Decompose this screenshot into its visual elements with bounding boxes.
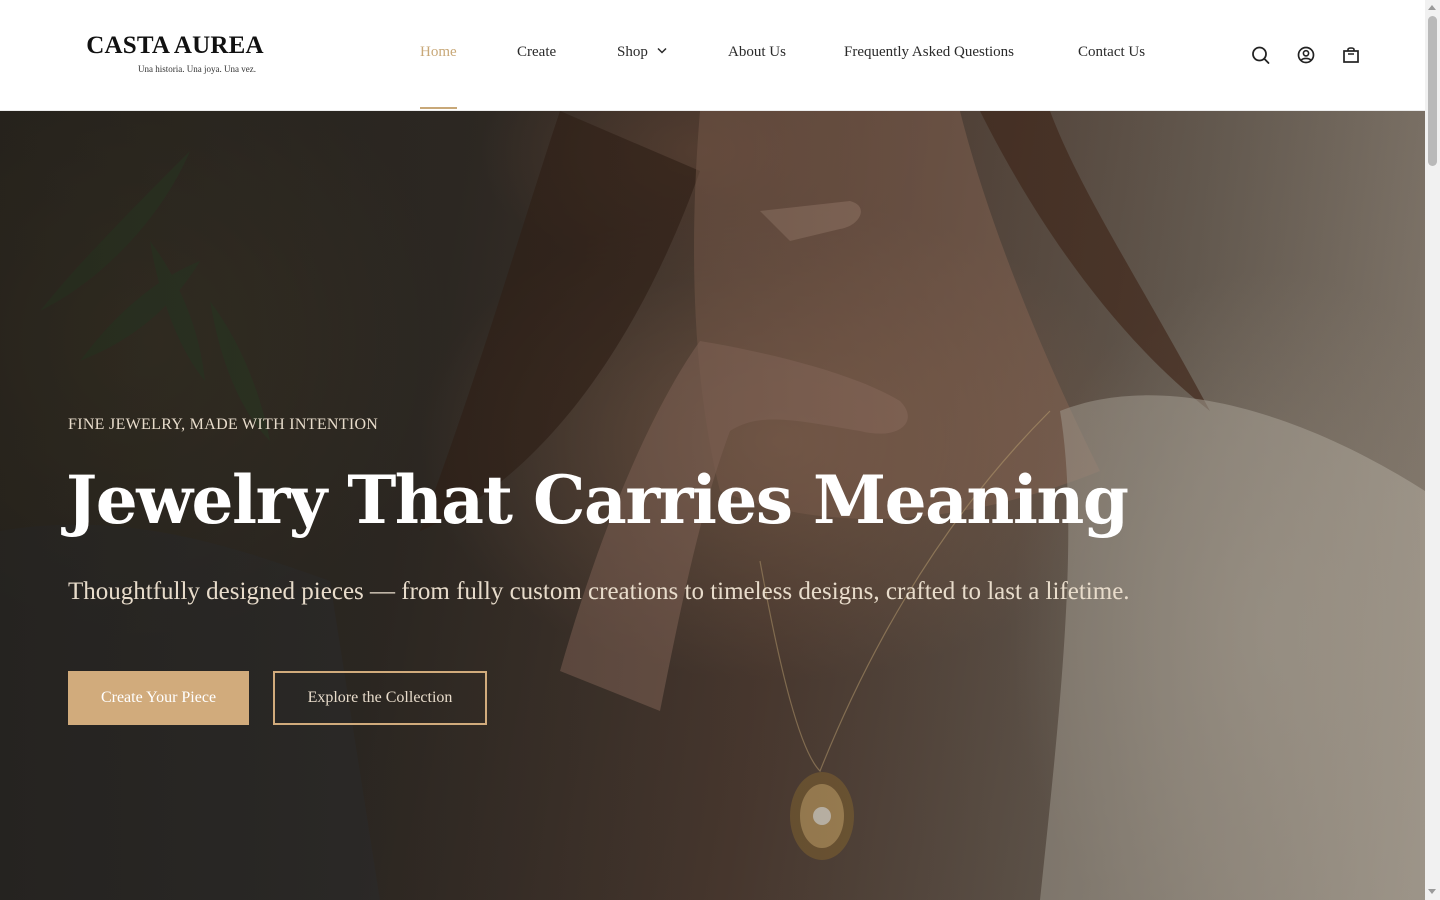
account-icon[interactable] bbox=[1295, 44, 1317, 66]
nav-contact-us[interactable]: Contact Us bbox=[1078, 44, 1145, 61]
site-header: CASTA AUREA Una historia. Una joya. Una … bbox=[0, 0, 1425, 111]
browser-viewport: CASTA AUREA Una historia. Una joya. Una … bbox=[0, 0, 1425, 900]
logo-wordmark: CASTA AUREA bbox=[86, 32, 264, 59]
hero-subtitle: Thoughtfully designed pieces — from full… bbox=[68, 578, 1130, 605]
page-scrollbar[interactable] bbox=[1425, 0, 1440, 900]
scrollbar-thumb[interactable] bbox=[1428, 16, 1437, 166]
nav-shop-label: Shop bbox=[617, 44, 648, 60]
explore-collection-button[interactable]: Explore the Collection bbox=[273, 671, 487, 725]
nav-home[interactable]: Home bbox=[420, 44, 457, 61]
create-your-piece-button[interactable]: Create Your Piece bbox=[68, 671, 249, 725]
chevron-down-icon bbox=[657, 42, 667, 59]
cart-icon[interactable] bbox=[1340, 44, 1362, 66]
nav-active-indicator bbox=[420, 107, 457, 109]
nav-shop[interactable]: Shop bbox=[617, 44, 667, 61]
hero-banner: FINE JEWELRY, MADE WITH INTENTION Jewelr… bbox=[0, 111, 1425, 900]
search-icon[interactable] bbox=[1250, 44, 1272, 66]
site-logo[interactable]: CASTA AUREA Una historia. Una joya. Una … bbox=[86, 32, 266, 78]
nav-about-us[interactable]: About Us bbox=[728, 44, 786, 61]
hero-title: Jewelry That Carries Meaning bbox=[66, 461, 1129, 539]
logo-tagline: Una historia. Una joya. Una vez. bbox=[138, 64, 256, 74]
nav-faq[interactable]: Frequently Asked Questions bbox=[844, 44, 1014, 61]
nav-create[interactable]: Create bbox=[517, 44, 556, 61]
hero-eyebrow: FINE JEWELRY, MADE WITH INTENTION bbox=[68, 416, 379, 433]
scroll-down-arrow-icon[interactable] bbox=[1428, 889, 1436, 894]
scroll-up-arrow-icon[interactable] bbox=[1428, 5, 1436, 10]
